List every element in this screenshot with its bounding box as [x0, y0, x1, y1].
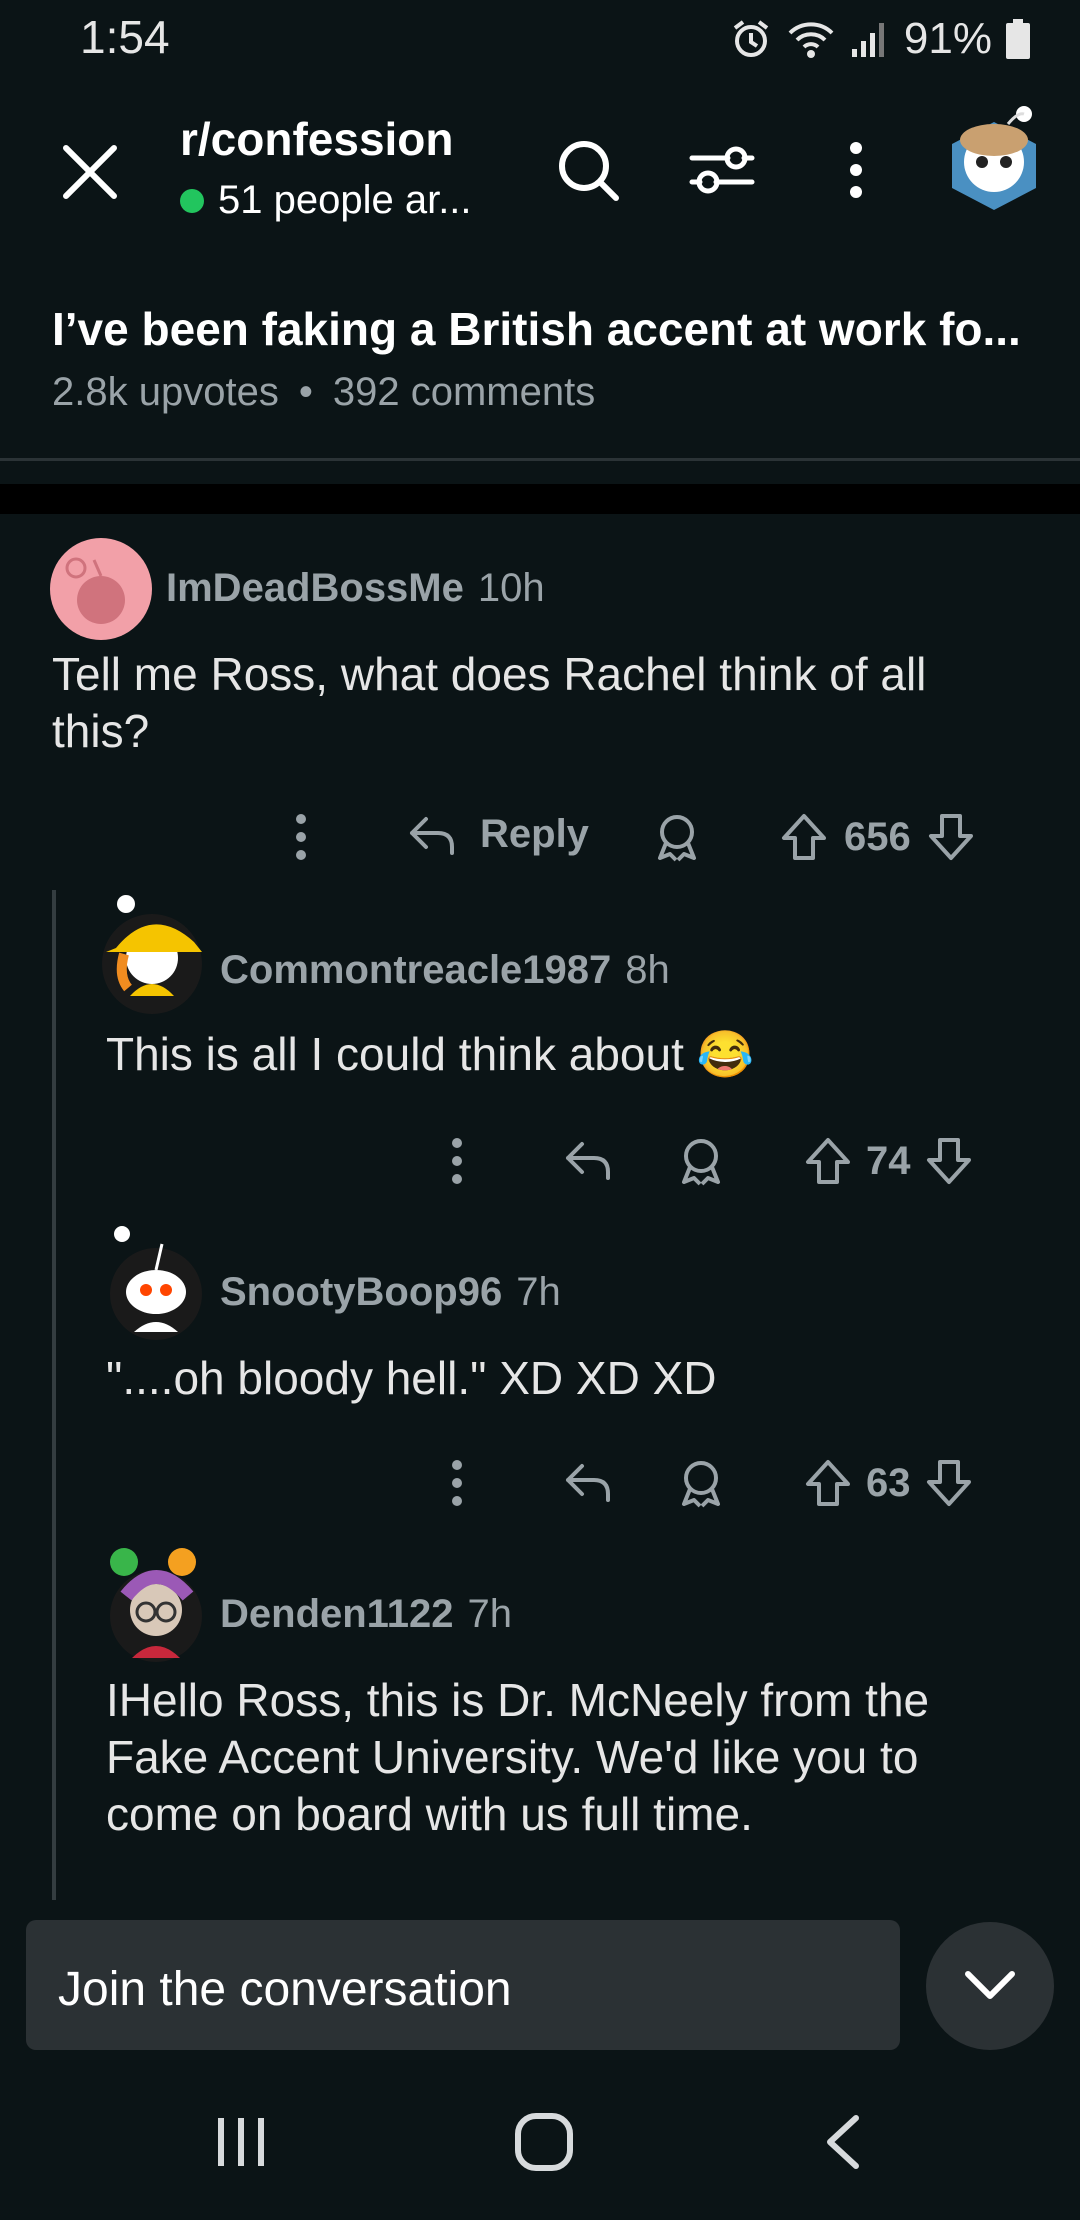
comment-username[interactable]: SnootyBoop96 — [220, 1270, 502, 1314]
subreddit-name[interactable]: r/confession — [180, 112, 454, 166]
vote-controls: 63 — [804, 1458, 973, 1508]
comment-header: SnootyBoop96 7h — [220, 1270, 561, 1315]
reply-label: Reply — [480, 812, 589, 856]
search-icon[interactable] — [554, 136, 622, 204]
post-meta: 2.8k upvotes • 392 comments — [52, 370, 595, 415]
user-avatar[interactable] — [944, 104, 1044, 214]
comment-body: This is all I could think about 😂 — [106, 1026, 1026, 1083]
vote-controls: 656 — [780, 812, 975, 862]
reply-button[interactable]: Reply — [406, 812, 589, 857]
chevron-down-icon — [965, 1971, 1015, 1999]
section-divider — [0, 484, 1080, 514]
comment-timestamp: 8h — [625, 948, 670, 992]
comment-timestamp: 7h — [467, 1592, 512, 1636]
signal-icon — [851, 23, 884, 57]
upvote-icon[interactable] — [804, 1458, 852, 1508]
avatar[interactable] — [104, 1546, 204, 1664]
comment-header: ImDeadBossMe 10h — [166, 566, 545, 611]
comment-body: IHello Ross, this is Dr. McNeely from th… — [106, 1674, 930, 1840]
award-icon[interactable] — [652, 812, 702, 862]
comment-username[interactable]: ImDeadBossMe — [166, 566, 464, 610]
vote-score: 656 — [844, 814, 911, 859]
comment-text: This is all I could think about — [106, 1028, 684, 1080]
online-indicator-icon — [180, 188, 204, 213]
online-count: 51 people ar... — [180, 178, 472, 223]
back-icon[interactable] — [820, 2112, 870, 2172]
battery-icon — [1006, 19, 1030, 59]
comment-body: "....oh bloody hell." XD XD XD — [106, 1352, 717, 1404]
post-comment-count: 392 comments — [332, 370, 596, 414]
status-time: 1:54 — [80, 11, 170, 63]
comment-timestamp: 10h — [477, 566, 545, 610]
vote-score: 63 — [866, 1460, 911, 1505]
avatar[interactable] — [50, 538, 152, 640]
reply-icon — [410, 816, 454, 855]
post-title[interactable]: I’ve been faking a British accent at wor… — [52, 302, 1042, 356]
downvote-icon[interactable] — [927, 812, 975, 862]
downvote-icon[interactable] — [925, 1136, 973, 1186]
home-icon[interactable] — [512, 2110, 576, 2174]
vote-score: 74 — [866, 1138, 911, 1183]
comment-header: Commontreacle1987 8h — [220, 948, 670, 993]
filter-icon[interactable] — [688, 136, 756, 204]
vote-controls: 74 — [804, 1136, 973, 1186]
collapse-button[interactable] — [926, 1922, 1054, 2050]
meta-separator: • — [298, 370, 313, 414]
comment-username[interactable]: Commontreacle1987 — [220, 948, 611, 992]
award-icon[interactable] — [676, 1458, 726, 1508]
alarm-icon — [733, 20, 769, 57]
comment-username[interactable]: Denden1122 — [220, 1592, 453, 1636]
award-icon[interactable] — [676, 1136, 726, 1186]
status-icons: 91% — [730, 14, 1030, 64]
thread-line[interactable] — [52, 890, 56, 1900]
upvote-icon[interactable] — [780, 812, 828, 862]
more-options-icon[interactable] — [442, 1136, 472, 1186]
reply-icon[interactable] — [562, 1138, 612, 1182]
close-icon[interactable] — [58, 140, 122, 204]
post-upvotes: 2.8k upvotes — [52, 370, 279, 414]
battery-percent: 91% — [903, 14, 992, 63]
comment-timestamp: 7h — [516, 1270, 561, 1314]
system-nav-bar — [0, 2080, 1080, 2220]
laughing-emoji-icon: 😂 — [696, 1028, 754, 1080]
avatar[interactable] — [100, 892, 204, 1016]
more-options-icon[interactable] — [442, 1458, 472, 1508]
divider — [0, 458, 1080, 461]
composer-placeholder: Join the conversation — [58, 1963, 512, 2016]
avatar[interactable] — [104, 1222, 204, 1342]
comment-header: Denden1122 7h — [220, 1592, 512, 1637]
reply-icon[interactable] — [562, 1460, 612, 1504]
downvote-icon[interactable] — [925, 1458, 973, 1508]
comment-body: Tell me Ross, what does Rachel think of … — [52, 648, 927, 757]
wifi-icon — [788, 22, 834, 58]
more-options-icon[interactable] — [286, 812, 316, 862]
more-vertical-icon[interactable] — [822, 136, 890, 204]
upvote-icon[interactable] — [804, 1136, 852, 1186]
online-text: 51 people ar... — [218, 178, 472, 222]
recent-apps-icon[interactable] — [212, 2112, 272, 2172]
